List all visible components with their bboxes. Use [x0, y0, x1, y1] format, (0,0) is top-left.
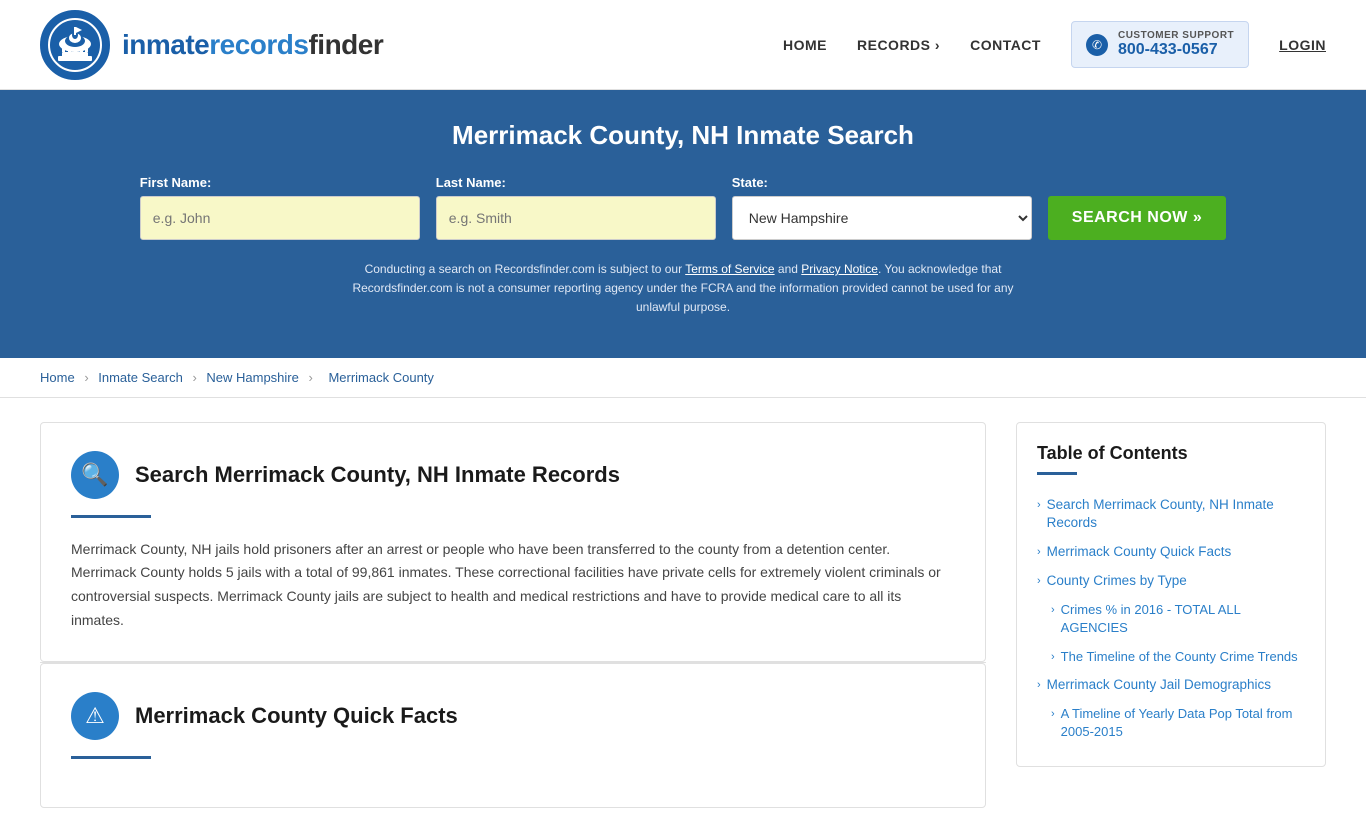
- toc-item[interactable]: › Search Merrimack County, NH Inmate Reco…: [1037, 491, 1305, 539]
- toc-item[interactable]: › County Crimes by Type: [1037, 567, 1305, 596]
- nav-contact[interactable]: CONTACT: [970, 37, 1041, 53]
- logo-area: inmaterecordsfinder: [40, 10, 383, 80]
- toc-divider: [1037, 472, 1077, 475]
- main-nav: HOME RECORDS CONTACT ✆ CUSTOMER SUPPORT …: [783, 21, 1326, 68]
- search-button[interactable]: SEARCH NOW »: [1048, 196, 1226, 240]
- nav-home[interactable]: HOME: [783, 37, 827, 53]
- state-label: State:: [732, 175, 768, 190]
- toc-item-label: A Timeline of Yearly Data Pop Total from…: [1061, 705, 1305, 741]
- last-name-input[interactable]: [436, 196, 716, 240]
- toc-item-label: County Crimes by Type: [1047, 572, 1187, 591]
- toc-box: Table of Contents › Search Merrimack Coun…: [1016, 422, 1326, 767]
- nav-login[interactable]: LOGIN: [1279, 37, 1326, 53]
- hero-section: Merrimack County, NH Inmate Search First…: [0, 90, 1366, 358]
- toc-arrow-icon: ›: [1051, 603, 1055, 618]
- support-text: CUSTOMER SUPPORT 800-433-0567: [1118, 30, 1234, 59]
- first-name-label: First Name:: [140, 175, 212, 190]
- support-label: CUSTOMER SUPPORT: [1118, 30, 1234, 41]
- nav-records[interactable]: RECORDS: [857, 37, 940, 53]
- section1-divider: [71, 515, 151, 518]
- alert-icon: ⚠: [71, 692, 119, 740]
- breadcrumb: Home › Inmate Search › New Hampshire › M…: [0, 358, 1366, 398]
- toc-arrow-icon: ›: [1037, 498, 1041, 513]
- logo-icon: [40, 10, 110, 80]
- breadcrumb-state[interactable]: New Hampshire: [206, 370, 298, 385]
- left-column: 🔍 Search Merrimack County, NH Inmate Rec…: [40, 422, 1016, 808]
- toc-item[interactable]: › Crimes % in 2016 - TOTAL ALL AGENCIES: [1037, 596, 1305, 642]
- logo-text: inmaterecordsfinder: [122, 29, 383, 61]
- state-group: State: New Hampshire: [732, 175, 1032, 240]
- site-header: inmaterecordsfinder HOME RECORDS CONTACT…: [0, 0, 1366, 90]
- privacy-link[interactable]: Privacy Notice: [801, 262, 878, 276]
- hero-title: Merrimack County, NH Inmate Search: [40, 120, 1326, 151]
- toc-item[interactable]: › Merrimack County Quick Facts: [1037, 538, 1305, 567]
- toc-title: Table of Contents: [1037, 443, 1305, 464]
- toc-item-label: Merrimack County Quick Facts: [1047, 543, 1232, 562]
- toc-item-label: Merrimack County Jail Demographics: [1047, 676, 1271, 695]
- state-select[interactable]: New Hampshire: [732, 196, 1032, 240]
- toc-item[interactable]: › A Timeline of Yearly Data Pop Total fro…: [1037, 700, 1305, 746]
- toc-arrow-icon: ›: [1051, 650, 1055, 665]
- toc-arrow-icon: ›: [1037, 574, 1041, 589]
- toc-item[interactable]: › Merrimack County Jail Demographics: [1037, 671, 1305, 700]
- toc-item-label: Search Merrimack County, NH Inmate Recor…: [1047, 496, 1305, 534]
- breadcrumb-sep2: ›: [192, 370, 200, 385]
- phone-icon: ✆: [1086, 34, 1108, 56]
- section1-title: Search Merrimack County, NH Inmate Recor…: [135, 462, 620, 488]
- section2-card: ⚠ Merrimack County Quick Facts: [40, 663, 986, 808]
- toc-item-label: Crimes % in 2016 - TOTAL ALL AGENCIES: [1061, 601, 1305, 637]
- toc-arrow-icon: ›: [1037, 678, 1041, 693]
- breadcrumb-home[interactable]: Home: [40, 370, 75, 385]
- section1-card: 🔍 Search Merrimack County, NH Inmate Rec…: [40, 422, 986, 662]
- breadcrumb-sep1: ›: [84, 370, 92, 385]
- section2-header: ⚠ Merrimack County Quick Facts: [71, 692, 955, 740]
- search-form: First Name: Last Name: State: New Hampsh…: [40, 175, 1326, 240]
- support-number: 800-433-0567: [1118, 41, 1234, 59]
- section1-body: Merrimack County, NH jails hold prisoner…: [71, 538, 955, 633]
- toc-arrow-icon: ›: [1037, 545, 1041, 560]
- toc-arrow-icon: ›: [1051, 707, 1055, 722]
- hero-disclaimer: Conducting a search on Recordsfinder.com…: [333, 260, 1033, 318]
- toc-item-label: The Timeline of the County Crime Trends: [1061, 648, 1298, 666]
- search-icon: 🔍: [71, 451, 119, 499]
- breadcrumb-inmate-search[interactable]: Inmate Search: [98, 370, 183, 385]
- section2-divider: [71, 756, 151, 759]
- toc-items-container: › Search Merrimack County, NH Inmate Reco…: [1037, 491, 1305, 746]
- section2-title: Merrimack County Quick Facts: [135, 703, 458, 729]
- main-content: 🔍 Search Merrimack County, NH Inmate Rec…: [0, 398, 1366, 832]
- last-name-group: Last Name:: [436, 175, 716, 240]
- last-name-label: Last Name:: [436, 175, 506, 190]
- breadcrumb-county: Merrimack County: [328, 370, 433, 385]
- terms-link[interactable]: Terms of Service: [685, 262, 774, 276]
- first-name-input[interactable]: [140, 196, 420, 240]
- right-column: Table of Contents › Search Merrimack Coun…: [1016, 422, 1326, 808]
- toc-item[interactable]: › The Timeline of the County Crime Trends: [1037, 643, 1305, 671]
- breadcrumb-sep3: ›: [309, 370, 317, 385]
- first-name-group: First Name:: [140, 175, 420, 240]
- customer-support-box: ✆ CUSTOMER SUPPORT 800-433-0567: [1071, 21, 1249, 68]
- section1-header: 🔍 Search Merrimack County, NH Inmate Rec…: [71, 451, 955, 499]
